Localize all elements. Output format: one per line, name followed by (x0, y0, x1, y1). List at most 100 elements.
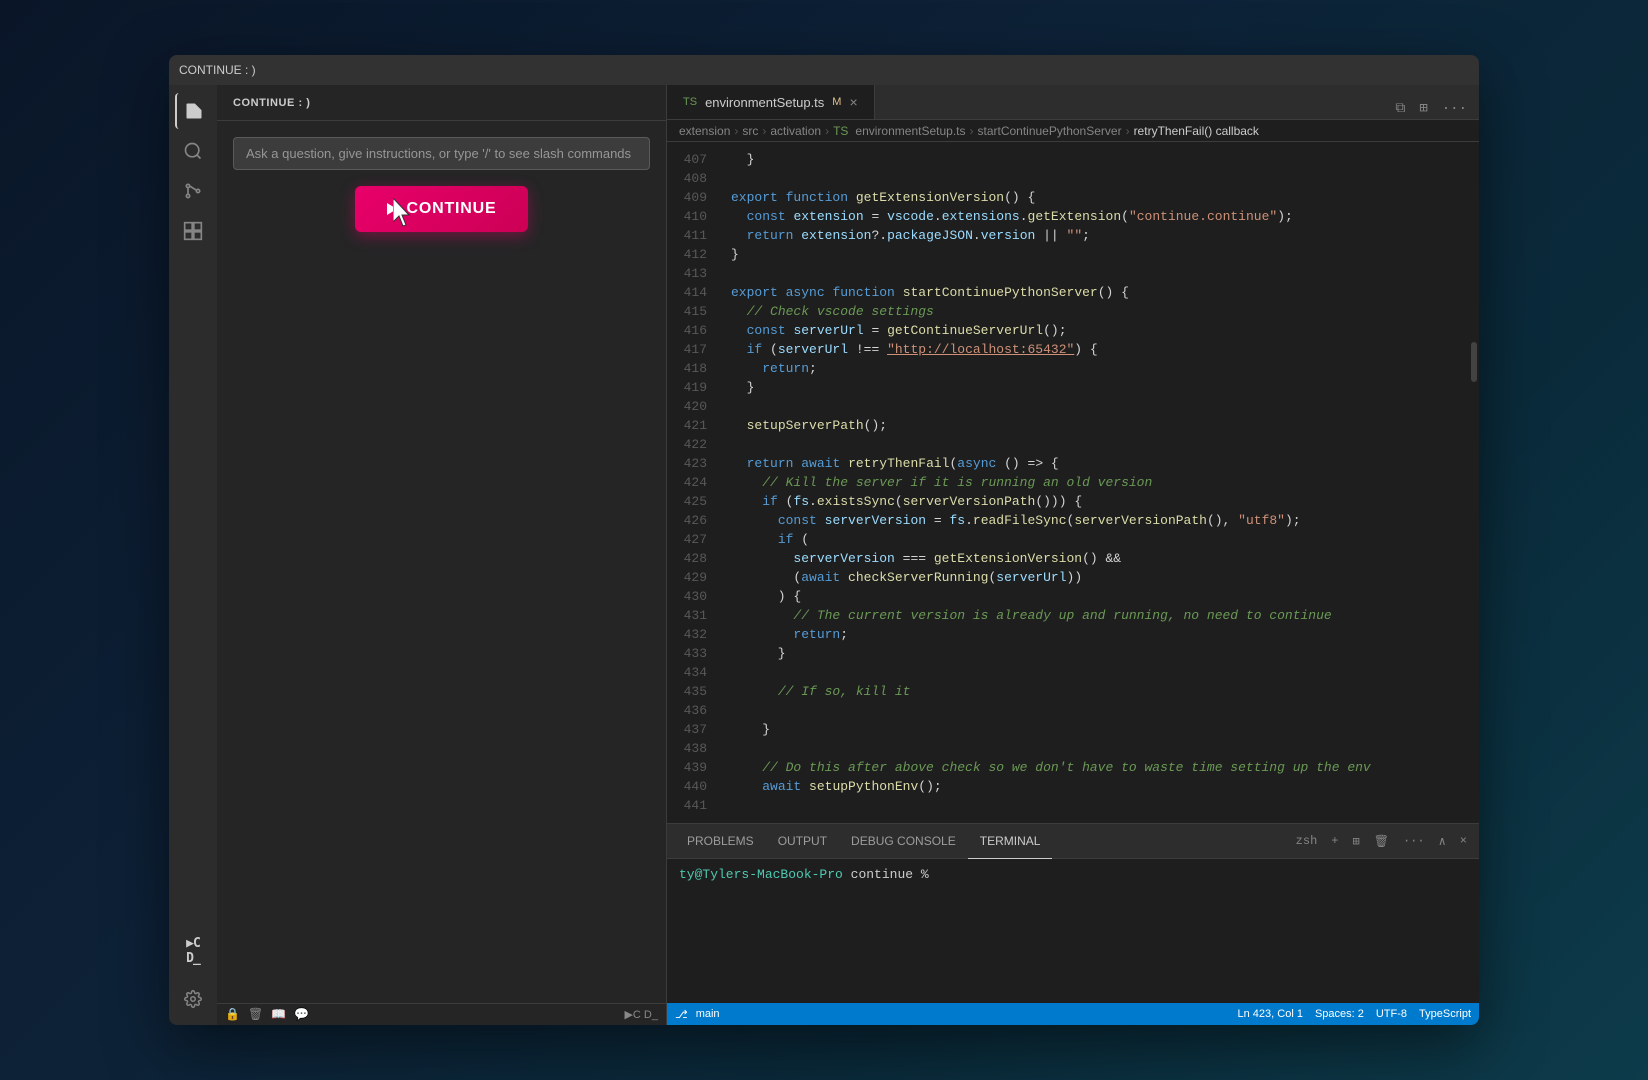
breadcrumb-src: src (742, 124, 758, 138)
window-title: CONTINUE : ) (179, 63, 256, 77)
status-branch-name[interactable]: main (696, 1008, 720, 1020)
sidebar-book-icon[interactable]: 📖 (271, 1007, 286, 1022)
breadcrumb: extension › src › activation › TS enviro… (667, 120, 1479, 142)
panel-maximize-button[interactable]: ∧ (1435, 832, 1450, 851)
code-line-435: // If so, kill it (731, 682, 1469, 701)
panel-tab-problems[interactable]: PROBLEMS (675, 824, 766, 859)
activity-icon-extensions[interactable] (175, 213, 211, 249)
code-line-434 (731, 663, 1469, 682)
sidebar-trash-icon[interactable]: 🗑 (248, 1007, 263, 1022)
tab-lang: TS (683, 96, 697, 108)
main-layout: ▶CD_ CONTINUE : ) CONTINUE (169, 85, 1479, 1025)
status-encoding: UTF-8 (1376, 1008, 1407, 1020)
code-line-419: } (731, 378, 1469, 397)
editor-area: TS environmentSetup.ts M × ⧉ ⊞ ··· exten… (667, 85, 1479, 823)
activity-icon-explorer[interactable] (175, 93, 211, 129)
code-line-439: // Do this after above check so we don't… (731, 758, 1469, 777)
tab-bar: TS environmentSetup.ts M × ⧉ ⊞ ··· (667, 85, 1479, 120)
panel-tab-output[interactable]: OUTPUT (766, 824, 839, 859)
panel-close-button[interactable]: × (1456, 832, 1471, 850)
code-line-410: const extension = vscode.extensions.getE… (731, 207, 1469, 226)
panel-actions: zsh + ⊞ 🗑 ··· ∧ × (1292, 832, 1471, 851)
status-spaces: Spaces: 2 (1315, 1008, 1364, 1020)
scrollbar-track[interactable] (1469, 142, 1479, 823)
code-line-438 (731, 739, 1469, 758)
tab-close-button[interactable]: × (849, 94, 857, 110)
code-line-415: // Check vscode settings (731, 302, 1469, 321)
code-line-413 (731, 264, 1469, 283)
tab-more-icon[interactable]: ··· (1438, 99, 1471, 119)
vscode-window: CONTINUE : ) ▶CD_ (169, 55, 1479, 1025)
continue-button-label: CONTINUE (407, 200, 497, 218)
panel-trash-button[interactable]: 🗑 (1370, 832, 1393, 851)
code-line-414: export async function startContinuePytho… (731, 283, 1469, 302)
code-line-433: } (731, 644, 1469, 663)
panel-split-button[interactable]: ⊞ (1348, 832, 1363, 851)
code-line-416: const serverUrl = getContinueServerUrl()… (731, 321, 1469, 340)
code-line-440: await setupPythonEnv(); (731, 777, 1469, 796)
terminal-content[interactable]: ty@Tylers-MacBook-Pro continue % (667, 859, 1479, 1003)
title-bar: CONTINUE : ) (169, 55, 1479, 85)
code-line-407: } (731, 150, 1469, 169)
code-line-431: // The current version is already up and… (731, 606, 1469, 625)
code-line-412: } (731, 245, 1469, 264)
panel-more-button[interactable]: ··· (1399, 832, 1429, 850)
sidebar-status-continue: ▶C D_ (624, 1008, 658, 1021)
status-left: ⎇ main (675, 1008, 720, 1021)
breadcrumb-filename: environmentSetup.ts (855, 124, 965, 138)
sidebar-lock-icon: 🔒 (225, 1007, 240, 1022)
code-line-418: return; (731, 359, 1469, 378)
panel-shell-label: zsh (1292, 832, 1322, 850)
status-branch-icon: ⎇ (675, 1008, 688, 1021)
search-input-container[interactable] (233, 137, 650, 170)
breadcrumb-function: startContinuePythonServer (977, 124, 1121, 138)
activity-icon-source-control[interactable] (175, 173, 211, 209)
code-line-420 (731, 397, 1469, 416)
status-position: Ln 423, Col 1 (1238, 1008, 1303, 1020)
code-content[interactable]: } export function getExtensionVersion() … (715, 142, 1469, 823)
activity-bar: ▶CD_ (169, 85, 217, 1025)
activity-icon-continue[interactable]: ▶CD_ (175, 933, 211, 969)
code-line-441 (731, 796, 1469, 815)
code-line-429: (await checkServerRunning(serverUrl)) (731, 568, 1469, 587)
scrollbar-thumb[interactable] (1471, 342, 1477, 382)
terminal-prompt: ty@Tylers-MacBook-Pro (679, 867, 843, 882)
editor-container: TS environmentSetup.ts M × ⧉ ⊞ ··· exten… (667, 85, 1479, 1025)
sidebar-chat-icon[interactable]: 💬 (294, 1007, 309, 1022)
breadcrumb-activation: activation (770, 124, 821, 138)
code-line-436 (731, 701, 1469, 720)
code-line-432: return; (731, 625, 1469, 644)
tab-environment-setup[interactable]: TS environmentSetup.ts M × (667, 85, 875, 119)
code-line-430: ) { (731, 587, 1469, 606)
activity-icon-search[interactable] (175, 133, 211, 169)
activity-bar-bottom: ▶CD_ (175, 933, 211, 1025)
tab-split-icon[interactable]: ⧉ (1391, 99, 1409, 119)
tab-modified-indicator: M (832, 96, 841, 108)
code-line-409: export function getExtensionVersion() { (731, 188, 1469, 207)
panel-tab-debug-console[interactable]: DEBUG CONSOLE (839, 824, 968, 859)
code-editor[interactable]: 407 408 409 410 411 412 413 414 415 416 … (667, 142, 1479, 823)
code-line-424: // Kill the server if it is running an o… (731, 473, 1469, 492)
panel-tab-bar: PROBLEMS OUTPUT DEBUG CONSOLE TERMINAL z… (667, 824, 1479, 859)
shell-name: zsh (1296, 834, 1318, 848)
tab-layout-icon[interactable]: ⊞ (1415, 98, 1431, 119)
breadcrumb-extension: extension (679, 124, 730, 138)
terminal-cmd: continue % (851, 867, 929, 882)
panel-tab-terminal[interactable]: TERMINAL (968, 824, 1053, 859)
breadcrumb-callback: retryThenFail() callback (1134, 124, 1259, 138)
continue-button[interactable]: CONTINUE (355, 186, 529, 232)
sidebar-content: CONTINUE (217, 121, 666, 1003)
status-right: Ln 423, Col 1 Spaces: 2 UTF-8 TypeScript (1238, 1008, 1472, 1020)
code-line-425: if (fs.existsSync(serverVersionPath())) … (731, 492, 1469, 511)
panel-add-button[interactable]: + (1327, 832, 1342, 850)
sidebar-status-bar: 🔒 🗑 📖 💬 ▶C D_ (217, 1003, 666, 1025)
status-lang[interactable]: TypeScript (1419, 1008, 1471, 1020)
search-input[interactable] (246, 146, 637, 161)
activity-icon-settings[interactable] (175, 981, 211, 1017)
code-line-422 (731, 435, 1469, 454)
code-line-411: return extension?.packageJSON.version ||… (731, 226, 1469, 245)
code-line-426: const serverVersion = fs.readFileSync(se… (731, 511, 1469, 530)
code-line-423: return await retryThenFail(async () => { (731, 454, 1469, 473)
sidebar-header: CONTINUE : ) (217, 85, 666, 121)
code-line-421: setupServerPath(); (731, 416, 1469, 435)
